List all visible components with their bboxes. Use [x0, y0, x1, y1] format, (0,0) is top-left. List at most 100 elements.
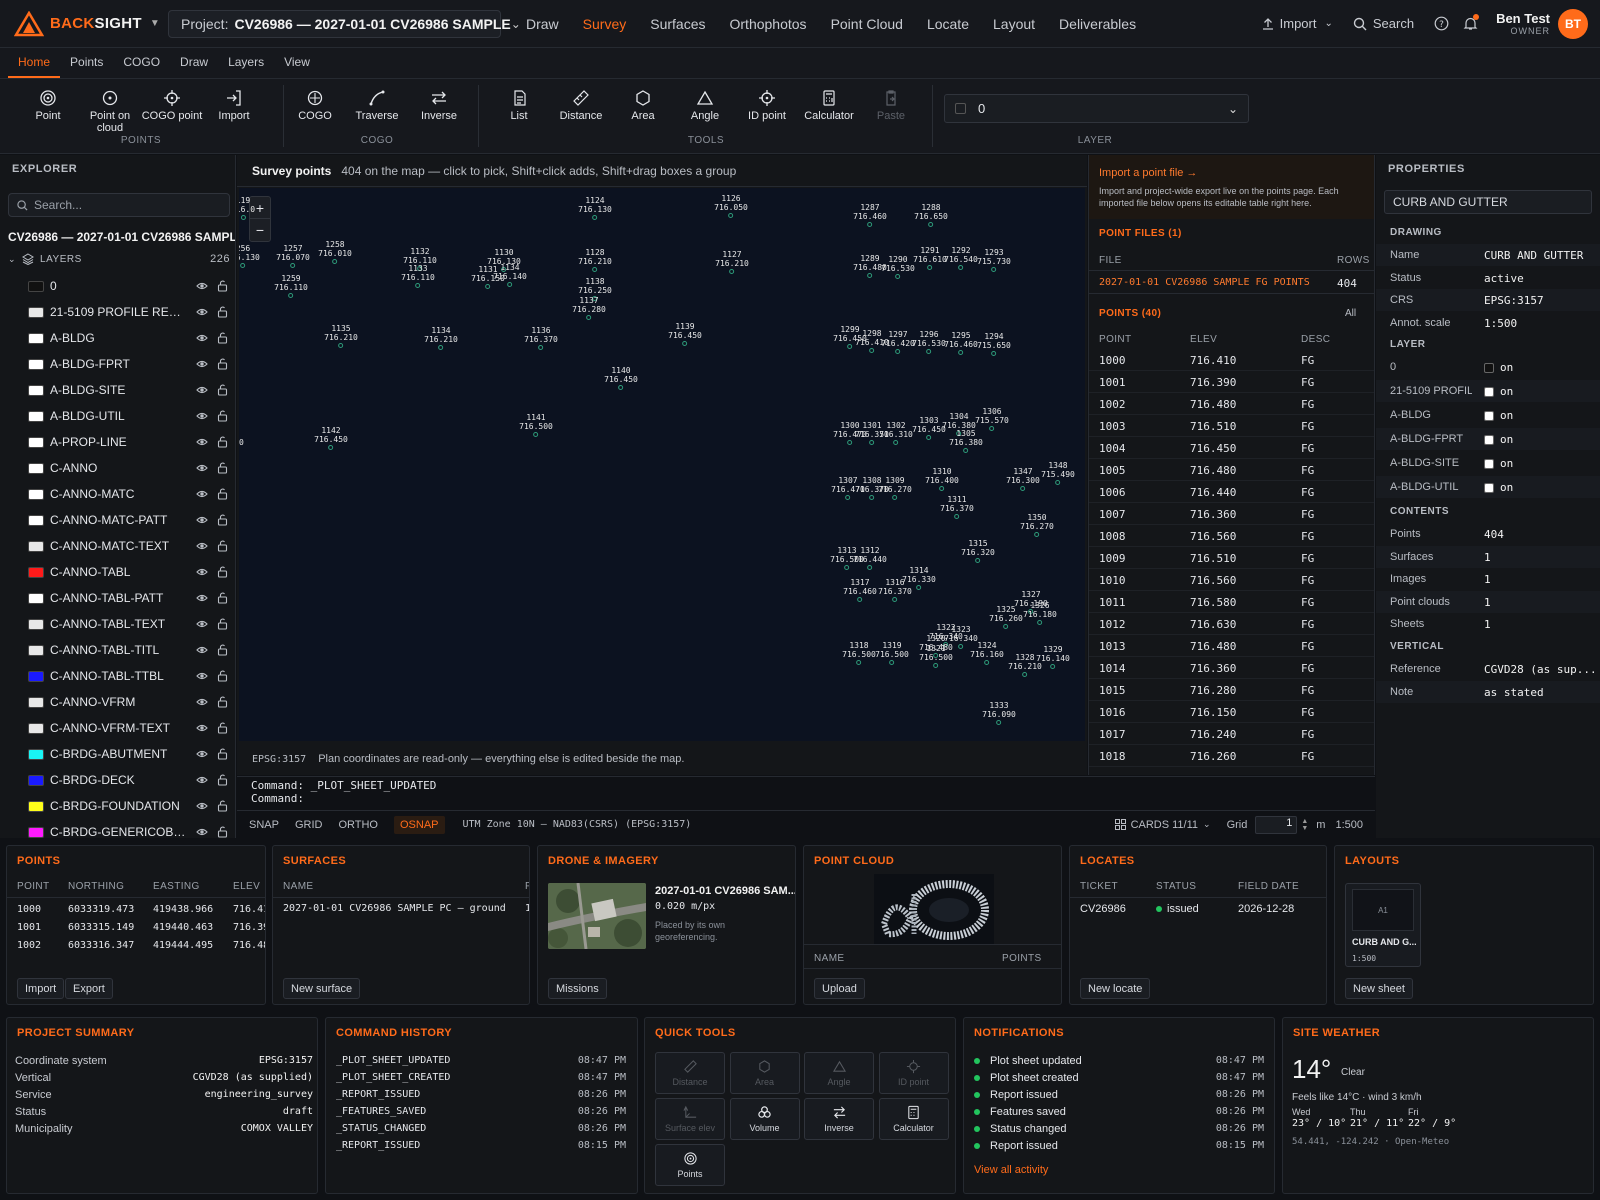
missions-button[interactable]: Missions — [548, 978, 607, 999]
locate-ticket[interactable]: CV26986 — [1080, 903, 1126, 915]
layer-color-swatch[interactable] — [28, 566, 44, 578]
layer-color-swatch[interactable] — [28, 826, 44, 838]
layer-color-swatch[interactable] — [28, 644, 44, 656]
show-all-link[interactable]: All — [1345, 308, 1356, 319]
nav-surfaces[interactable]: Surfaces — [650, 16, 705, 32]
map-point[interactable]: 1310 716.400 — [925, 467, 959, 491]
map-point[interactable]: 1128 716.210 — [578, 248, 612, 272]
checkbox[interactable] — [1484, 411, 1494, 421]
layer-color-swatch[interactable] — [28, 332, 44, 344]
id-point-button[interactable]: ID point — [736, 88, 798, 122]
eye-icon[interactable] — [196, 670, 208, 685]
layer-row[interactable]: A-BLDG-SITE — [0, 377, 235, 403]
map-point[interactable]: 1297 716.420 — [881, 330, 915, 354]
distance-button[interactable]: Distance — [550, 88, 612, 122]
map-point[interactable]: 0 — [239, 438, 244, 447]
map-point[interactable]: 119716.0 — [239, 196, 255, 220]
import-point-file-link[interactable]: Import a point file → — [1099, 167, 1366, 179]
lock-icon[interactable] — [217, 305, 228, 321]
eye-icon[interactable] — [196, 748, 208, 763]
point-cloud-thumbnail[interactable] — [874, 874, 994, 944]
table-row[interactable]: 1016 716.150 FG — [1089, 701, 1374, 723]
cards-menu[interactable]: CARDS 11/11 ⌄ — [1114, 819, 1211, 831]
layer-color-swatch[interactable] — [28, 358, 44, 370]
map-point[interactable]: 1317 716.460 — [843, 578, 877, 602]
map-point[interactable]: 1137 716.280 — [572, 296, 606, 320]
upload-cloud-button[interactable]: Upload — [814, 978, 865, 999]
map-point[interactable]: 1287 716.460 — [853, 203, 887, 227]
table-row[interactable]: 1003 716.510 FG — [1089, 415, 1374, 437]
lock-icon[interactable] — [217, 565, 228, 581]
nav-layout[interactable]: Layout — [993, 16, 1035, 32]
paste-button[interactable]: Paste — [860, 88, 922, 122]
quick-tool-area[interactable]: Area — [729, 1052, 800, 1094]
lock-icon[interactable] — [217, 357, 228, 373]
layer-color-swatch[interactable] — [28, 488, 44, 500]
map-point[interactable]: 1325 716.260 — [989, 605, 1023, 629]
point-on-cloud-button[interactable]: Point on cloud — [79, 88, 141, 134]
map-point[interactable]: 1259 716.110 — [274, 274, 308, 298]
eye-icon[interactable] — [196, 384, 208, 399]
orthophoto-thumbnail[interactable] — [548, 883, 646, 949]
nav-orthophotos[interactable]: Orthophotos — [730, 16, 807, 32]
table-row[interactable]: 1004 716.450 FG — [1089, 437, 1374, 459]
notification-item[interactable]: Report issued 08:15 PM — [974, 1140, 1264, 1152]
grid-size-input[interactable]: 1 — [1255, 815, 1298, 834]
user-menu[interactable]: Ben Test OWNER BT — [1496, 8, 1588, 39]
layers-header[interactable]: ⌄ LAYERS 226 — [8, 253, 230, 265]
layer-row[interactable]: C-BRDG-ABUTMENT — [0, 741, 235, 767]
search-button[interactable]: Search — [1353, 16, 1414, 31]
table-row[interactable]: 1002 716.480 FG — [1089, 393, 1374, 415]
checkbox[interactable] — [1484, 483, 1494, 493]
table-row[interactable]: 1001 716.390 FG — [1089, 371, 1374, 393]
map-point[interactable]: 1321 716.500 — [919, 644, 953, 668]
image-name[interactable]: 2027-01-01 CV26986 SAM... — [655, 885, 795, 897]
table-row[interactable]: 1011 716.580 FG — [1089, 591, 1374, 613]
nav-survey[interactable]: Survey — [583, 16, 627, 32]
lock-icon[interactable] — [217, 721, 228, 737]
lock-icon[interactable] — [217, 539, 228, 555]
map-point[interactable]: 1142 716.450 — [314, 426, 348, 450]
eye-icon[interactable] — [196, 358, 208, 373]
eye-icon[interactable] — [196, 774, 208, 789]
table-row[interactable]: 1014 716.360 FG — [1089, 657, 1374, 679]
point-file-row[interactable]: 2027-01-01 CV26986 SAMPLE FG POINTS 404 — [1089, 270, 1374, 294]
history-row[interactable]: _STATUS_CHANGED 08:26 PM — [336, 1123, 626, 1134]
tab-points[interactable]: Points — [60, 48, 113, 78]
traverse-button[interactable]: Traverse — [346, 88, 408, 122]
table-row[interactable]: 1008 716.560 FG — [1089, 525, 1374, 547]
lock-icon[interactable] — [217, 669, 228, 685]
area-button[interactable]: Area — [612, 88, 674, 122]
layer-row[interactable]: C-ANNO-VFRM-TEXT — [0, 715, 235, 741]
layer-color-swatch[interactable] — [28, 774, 44, 786]
surface-name[interactable]: 2027-01-01 CV26986 SAMPLE PC — ground — [283, 903, 506, 914]
nav-locate[interactable]: Locate — [927, 16, 969, 32]
history-row[interactable]: _PLOT_SHEET_UPDATED 08:47 PM — [336, 1055, 626, 1066]
table-row[interactable]: 1012 716.630 FG — [1089, 613, 1374, 635]
layer-row[interactable]: C-ANNO — [0, 455, 235, 481]
layer-color-swatch[interactable] — [28, 722, 44, 734]
point-cell[interactable]: 1000 — [17, 904, 41, 915]
table-row[interactable]: 1007 716.360 FG — [1089, 503, 1374, 525]
explorer-search[interactable] — [8, 193, 230, 217]
prop-layer-toggle[interactable]: on — [1484, 385, 1594, 398]
layer-color-swatch[interactable] — [28, 592, 44, 604]
table-row[interactable]: 1017 716.240 FG — [1089, 723, 1374, 745]
map-point[interactable]: 1291 716.610 — [913, 246, 947, 270]
tab-view[interactable]: View — [274, 48, 320, 78]
layer-row[interactable]: A-BLDG-UTIL — [0, 403, 235, 429]
layer-row[interactable]: C-BRDG-GENERICOBJECT — [0, 819, 235, 838]
notification-item[interactable]: Plot sheet created 08:47 PM — [974, 1072, 1264, 1084]
map-point[interactable]: 1309 716.270 — [878, 476, 912, 500]
eye-icon[interactable] — [196, 540, 208, 555]
eye-icon[interactable] — [196, 566, 208, 581]
table-row[interactable]: 1018 716.260 FG — [1089, 745, 1374, 767]
quick-tool-inverse[interactable]: Inverse — [804, 1098, 874, 1140]
project-selector[interactable]: Project: CV26986 — 2027-01-01 CV26986 SA… — [168, 9, 521, 38]
import-menu[interactable]: Import ⌄ — [1261, 16, 1333, 31]
angle-button[interactable]: Angle — [674, 88, 736, 122]
map-point[interactable]: 1316 716.370 — [878, 578, 912, 602]
layer-row[interactable]: A-BLDG-FPRT — [0, 351, 235, 377]
lock-icon[interactable] — [217, 591, 228, 607]
point-button[interactable]: Point — [17, 88, 79, 122]
